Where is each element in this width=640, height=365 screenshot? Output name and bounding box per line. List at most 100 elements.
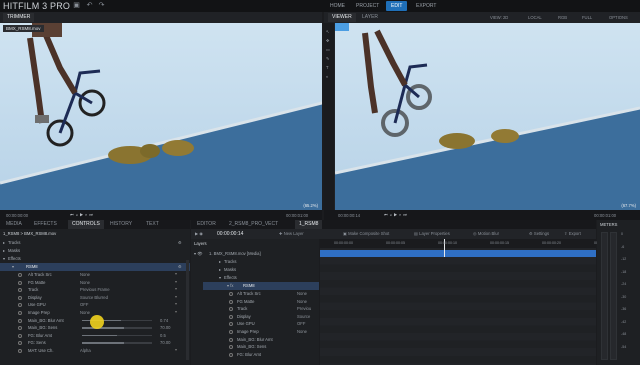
layer-property-row[interactable]: Main_BG: Blur Amt (191, 336, 319, 344)
layer-property-row[interactable]: Image Prep None (191, 328, 319, 336)
options-button[interactable]: OPTIONS (609, 15, 628, 20)
dropdown-arrow-icon[interactable]: ▾ (175, 347, 177, 352)
layer-property-row[interactable]: Main_BG: Sens (191, 343, 319, 351)
keyframe-toggle-icon[interactable] (229, 299, 233, 304)
nav-tab-export[interactable]: EXPORT (411, 1, 441, 11)
control-row[interactable]: Use GPU OFF ▾ (0, 301, 190, 309)
layer-tree-masks[interactable]: ▸ Masks (191, 266, 319, 274)
undo-icon[interactable]: ↶ (86, 2, 93, 9)
keyframe-toggle-icon[interactable] (229, 337, 233, 342)
viewer-tools-icon[interactable]: ↖ ✥ ▭ ✎ T ◐ (326, 27, 330, 81)
property-value[interactable]: OFF (297, 320, 305, 328)
keyframe-toggle-icon[interactable] (229, 307, 233, 312)
tree-tracks[interactable]: ▸ Tracks ⚙ (0, 239, 190, 247)
keyframe-toggle-icon[interactable] (18, 288, 22, 293)
control-value[interactable]: Source Blurred (80, 294, 108, 302)
nav-tab-home[interactable]: HOME (325, 1, 350, 11)
control-value[interactable]: None (80, 279, 90, 287)
export-button[interactable]: ⇪ Export (564, 231, 581, 236)
dropdown-arrow-icon[interactable]: ▾ (175, 286, 177, 291)
layer-row-bmx[interactable]: ▾ 👁 1. BMX_RSM8.mov [Media] (191, 250, 319, 258)
view-mode-select[interactable]: VIEW: 2D (490, 15, 508, 20)
dropdown-arrow-icon[interactable]: ▾ (175, 271, 177, 276)
trimmer-play-controls[interactable]: ⏮◂▶▸⏭ (70, 212, 95, 217)
dropdown-arrow-icon[interactable]: ▾ (175, 309, 177, 314)
effect-row-rsm8[interactable]: ▾ RSM8 ⚙ (0, 263, 190, 271)
keyframe-toggle-icon[interactable] (18, 326, 22, 331)
tree-masks[interactable]: ▸ Masks (0, 247, 190, 255)
keyframe-toggle-icon[interactable] (18, 333, 22, 338)
layer-property-row[interactable]: Use GPU OFF (191, 320, 319, 328)
keyframe-toggle-icon[interactable] (18, 295, 22, 300)
keyframe-toggle-icon[interactable] (229, 322, 233, 327)
tab-layer[interactable]: LAYER (358, 13, 382, 22)
tab-effects[interactable]: EFFECTS (30, 220, 61, 229)
value-slider[interactable] (82, 334, 152, 337)
layer-property-row[interactable]: Display Source (191, 313, 319, 321)
control-row[interactable]: Display Source Blurred ▾ (0, 294, 190, 302)
keyframe-toggle-icon[interactable] (18, 303, 22, 308)
editor-timecode[interactable]: 00:00:00:14 (217, 231, 243, 237)
tab-controls[interactable]: CONTROLS (68, 220, 104, 229)
dropdown-arrow-icon[interactable]: ▾ (175, 301, 177, 306)
property-value[interactable]: Previou (297, 305, 311, 313)
controls-scrollbar[interactable] (186, 260, 189, 360)
layer-property-row[interactable]: Alt Track Src None (191, 290, 319, 298)
layer-property-row[interactable]: FG: Blur Amt (191, 351, 319, 359)
nav-tab-edit[interactable]: EDIT (386, 1, 408, 11)
tab-text[interactable]: TEXT (142, 220, 163, 229)
layer-effect-rsm8[interactable]: ▾ fx RSM8 (203, 282, 319, 290)
motion-blur-button[interactable]: ◎ Motion Blur (473, 231, 499, 236)
tree-effects[interactable]: ▾ Effects (0, 255, 190, 263)
control-row[interactable]: Track Previous Frame ▾ (0, 286, 190, 294)
keyframe-toggle-icon[interactable] (229, 314, 233, 319)
new-layer-button[interactable]: ✚ New Layer (279, 231, 304, 236)
tab-media[interactable]: MEDIA (2, 220, 26, 229)
tab-1-rsm8[interactable]: 1_RSM8 (295, 220, 323, 229)
redo-icon[interactable]: ↷ (98, 2, 105, 9)
keyframe-toggle-icon[interactable] (18, 280, 22, 285)
layer-property-row[interactable]: Track Previou (191, 305, 319, 313)
control-value[interactable]: None (80, 271, 90, 279)
control-row[interactable]: FG: Blur Amt 0.5 (0, 332, 190, 340)
control-value[interactable]: OFF (80, 301, 88, 309)
keyframe-toggle-icon[interactable] (18, 318, 22, 323)
keyframe-toggle-icon[interactable] (229, 352, 233, 357)
viewer-zoom[interactable]: (67.7%) (621, 203, 636, 208)
timeline-area[interactable]: 00:00:00:00 00:00:00:05 00:00:00:10 00:00:0… (320, 239, 613, 365)
keyframe-toggle-icon[interactable] (229, 292, 233, 296)
keyframe-toggle-icon[interactable] (18, 349, 22, 353)
keyframe-toggle-icon[interactable] (18, 341, 22, 346)
control-value[interactable]: 0.74 (160, 317, 168, 325)
control-row[interactable]: FG: Sens 70.00 (0, 339, 190, 347)
layer-property-row[interactable]: FG Matte None (191, 298, 319, 306)
dropdown-arrow-icon[interactable]: ▾ (175, 279, 177, 284)
dropdown-arrow-icon[interactable]: ▾ (175, 294, 177, 299)
channel-select[interactable]: RGB (558, 15, 567, 20)
make-composite-button[interactable]: ▣ Make Composite Shot (343, 231, 389, 236)
tab-viewer[interactable]: VIEWER (328, 13, 356, 22)
layer-tree-tracks[interactable]: ▸ Tracks (191, 258, 319, 266)
value-slider[interactable] (82, 342, 152, 344)
editor-transport-icons[interactable]: ▶ ◉ (195, 231, 203, 236)
keyframe-toggle-icon[interactable] (18, 273, 22, 277)
trimmer-zoom[interactable]: (65.2%) (303, 203, 318, 208)
control-row[interactable]: Alt Track Src None ▾ (0, 271, 190, 279)
control-row[interactable]: FG Matte None ▾ (0, 279, 190, 287)
control-value[interactable]: Alpha (80, 347, 91, 355)
clip-track-bar[interactable] (320, 250, 596, 257)
settings-button[interactable]: ⚙ Settings (529, 231, 549, 236)
quality-select[interactable]: FULL (582, 15, 592, 20)
property-value[interactable]: None (297, 328, 307, 336)
save-icon[interactable]: ▣ (73, 2, 80, 9)
keyframe-toggle-icon[interactable] (229, 345, 233, 350)
viewer-video-frame[interactable]: (67.7%) (335, 23, 640, 210)
control-value[interactable]: Previous Frame (80, 286, 110, 294)
control-value[interactable]: 70.00 (160, 324, 170, 332)
tab-2-rsm8-pro-vect[interactable]: 2_RSM8_PRO_VECT (225, 220, 282, 229)
keyframe-toggle-icon[interactable] (229, 330, 233, 334)
property-value[interactable]: Source (297, 313, 310, 321)
control-value[interactable]: None (80, 309, 90, 317)
control-value[interactable]: 70.00 (160, 339, 170, 347)
trimmer-video-frame[interactable]: BMX_RSM8.mov (65.2%) (0, 23, 322, 210)
